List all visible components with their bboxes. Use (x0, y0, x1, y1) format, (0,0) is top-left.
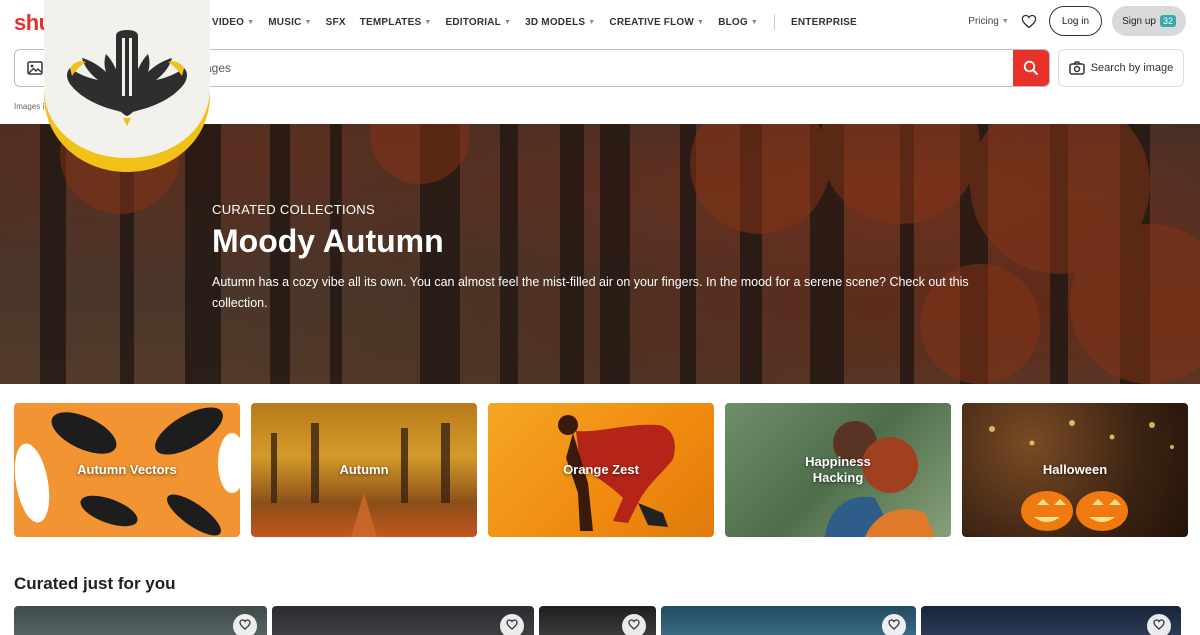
nav-item-sfx[interactable]: SFX (326, 14, 346, 30)
collection-card-orange-zest[interactable]: Orange Zest (488, 403, 714, 537)
hero-content: CURATED COLLECTIONS Moody Autumn Autumn … (212, 202, 992, 314)
collection-card-autumn-vectors[interactable]: Autumn Vectors (14, 403, 240, 537)
nav-item-editorial[interactable]: EDITORIAL ▼ (445, 14, 511, 30)
card-label: Happiness Hacking (805, 454, 871, 485)
nav-divider (774, 14, 776, 30)
nav-item-blog[interactable]: BLOG ▼ (718, 14, 758, 30)
heart-icon[interactable] (233, 614, 257, 635)
nav-item-label: BLOG (718, 16, 748, 28)
nav-links: VIDEO ▼ MUSIC ▼ SFX TEMPLATES ▼ EDITORIAL ▼ … (212, 14, 857, 30)
chevron-down-icon: ▼ (503, 18, 512, 26)
nav-item-label: VIDEO (212, 16, 245, 28)
hero-title[interactable]: Moody Autumn (212, 223, 992, 260)
curated-thumbnail[interactable] (539, 606, 656, 635)
chevron-down-icon: ▼ (750, 18, 759, 26)
heart-icon[interactable] (500, 614, 524, 635)
nav-item-label: CREATIVE FLOW (609, 16, 695, 28)
chevron-down-icon: ▼ (304, 18, 312, 26)
nav-item-label: EDITORIAL (445, 16, 501, 28)
chevron-down-icon: ▼ (247, 18, 255, 26)
collection-cards: Autumn Vectors Autumn Orange Zest Happin… (14, 403, 1188, 537)
heart-icon[interactable] (1019, 11, 1039, 31)
curated-thumbnail[interactable] (661, 606, 916, 635)
heart-icon[interactable] (882, 614, 906, 635)
breadcrumb[interactable]: Images i (14, 102, 44, 111)
signup-label: Sign up (1122, 15, 1156, 27)
nav-item-label: 3D MODELS (525, 16, 586, 28)
login-button[interactable]: Log in (1048, 6, 1103, 36)
search-icon (1023, 60, 1038, 75)
signup-button[interactable]: Sign up 32 (1112, 6, 1186, 36)
nav-item-label: TEMPLATES (359, 16, 422, 28)
collection-card-happiness-hacking[interactable]: Happiness Hacking (725, 403, 951, 537)
camera-icon (1068, 61, 1085, 75)
card-label: Halloween (1042, 462, 1108, 477)
chevron-down-icon: ▼ (424, 18, 432, 26)
card-label: Autumn Vectors (77, 462, 177, 477)
curated-section-title: Curated just for you (14, 574, 176, 593)
search-by-image-button[interactable]: Search by image (1058, 49, 1184, 87)
nav-item-music[interactable]: MUSIC ▼ (268, 14, 311, 30)
curated-thumbnail[interactable] (272, 606, 534, 635)
pricing-menu[interactable]: Pricing ▼ (968, 16, 1009, 27)
heart-icon[interactable] (1147, 614, 1171, 635)
nav-item-creative-flow[interactable]: CREATIVE FLOW ▼ (609, 14, 704, 30)
nav-item-label: SFX (325, 16, 346, 28)
curated-thumbnail[interactable] (921, 606, 1181, 635)
account-nav: Pricing ▼ Log in Sign up 32 (968, 6, 1186, 36)
chevron-down-icon: ▼ (588, 18, 596, 26)
card-label: Orange Zest (563, 462, 639, 477)
curated-thumbnails (14, 606, 1181, 635)
nav-item-3d-models[interactable]: 3D MODELS ▼ (525, 14, 595, 30)
curated-thumbnail[interactable] (14, 606, 267, 635)
heart-icon[interactable] (622, 614, 646, 635)
emblem-logo (44, 0, 210, 172)
search-by-image-label: Search by image (1090, 62, 1174, 74)
collection-card-halloween[interactable]: Halloween (962, 403, 1188, 537)
card-label: Autumn (339, 462, 389, 477)
chevron-down-icon: ▼ (1001, 17, 1009, 25)
hero-description: Autumn has a cozy vibe all its own. You … (212, 275, 969, 310)
nav-item-enterprise[interactable]: ENTERPRISE (791, 14, 857, 30)
pricing-label: Pricing (968, 15, 999, 27)
collection-card-autumn[interactable]: Autumn (251, 403, 477, 537)
chevron-down-icon: ▼ (697, 18, 705, 26)
nav-item-templates[interactable]: TEMPLATES ▼ (360, 14, 432, 30)
nav-item-label: MUSIC (268, 16, 302, 28)
hero-eyebrow: CURATED COLLECTIONS (212, 202, 375, 217)
search-button[interactable] (1013, 50, 1049, 86)
signup-badge: 32 (1159, 15, 1176, 27)
nav-item-video[interactable]: VIDEO ▼ (212, 14, 254, 30)
